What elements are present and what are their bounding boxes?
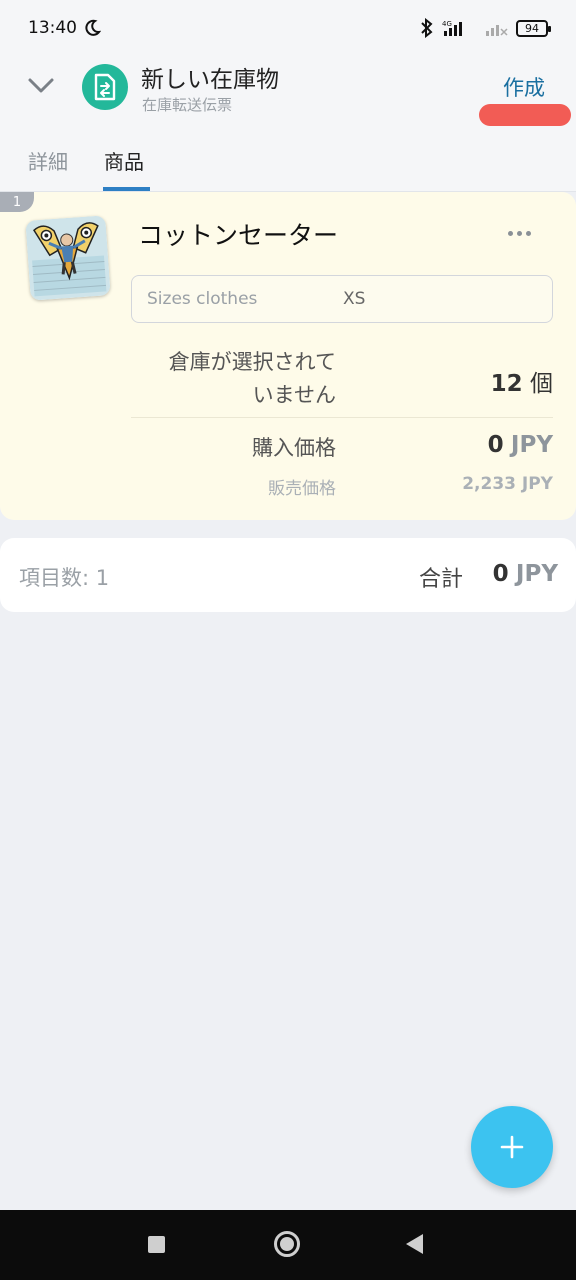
sale-price-value: 2,233 JPY [462, 474, 553, 494]
quantity-value[interactable]: 12 個 [430, 364, 553, 398]
battery-level: 94 [525, 21, 539, 35]
page-title: 新しい在庫物 [141, 67, 279, 93]
size-field-value: XS [343, 289, 366, 309]
tab-active-indicator [103, 187, 150, 191]
highlight-mark [479, 104, 571, 126]
purchase-price-label: 購入価格 [252, 436, 336, 460]
warehouse-label-line1: 倉庫が選択されて [168, 350, 336, 374]
divider [131, 417, 553, 418]
tab-details[interactable]: 詳細 [28, 146, 68, 175]
size-field[interactable]: Sizes clothes XS [131, 275, 553, 323]
add-item-button[interactable] [471, 1106, 553, 1188]
purchase-price-number: 0 [487, 432, 504, 458]
tab-bar: 詳細 商品 [0, 126, 576, 192]
warehouse-label[interactable]: 倉庫が選択されて いません [140, 346, 336, 412]
system-nav-bar [0, 1210, 576, 1280]
plus-icon [500, 1135, 524, 1159]
bluetooth-icon [421, 18, 433, 38]
moon-icon [85, 19, 101, 36]
item-count: 項目数: 1 [19, 566, 110, 590]
tab-products[interactable]: 商品 [104, 146, 144, 175]
chevron-down-icon[interactable] [26, 70, 56, 100]
purchase-price-value[interactable]: 0 JPY [400, 432, 553, 458]
home-icon[interactable] [274, 1231, 300, 1257]
summary-bar: 項目数: 1 合計 0 JPY [0, 538, 576, 612]
product-thumbnail[interactable] [25, 215, 111, 301]
sale-price-label: 販売価格 [268, 479, 336, 499]
signal-icon: 4G [442, 20, 462, 36]
total-value: 0 JPY [470, 561, 558, 587]
quantity-number: 12 [490, 371, 523, 397]
item-index-badge: 1 [0, 192, 34, 212]
purchase-price-currency: JPY [510, 432, 553, 458]
warehouse-label-line2: いません [252, 383, 336, 407]
svg-text:4G: 4G [442, 20, 452, 28]
more-icon[interactable] [508, 226, 538, 240]
create-button[interactable]: 作成 [478, 72, 570, 104]
status-time: 13:40 [28, 18, 77, 38]
page-subtitle: 在庫転送伝票 [142, 96, 233, 114]
product-card[interactable]: 1 コットンセーター Sizes clothes XS 倉庫が選択されて いませ… [0, 192, 576, 520]
status-bar: 13:40 4G 94 [0, 0, 576, 56]
quantity-unit: 個 [530, 371, 553, 397]
total-label: 合計 [419, 567, 464, 592]
total-currency: JPY [515, 561, 558, 587]
battery-icon: 94 [516, 19, 551, 37]
size-field-label: Sizes clothes [147, 289, 258, 309]
back-icon[interactable] [406, 1234, 423, 1254]
product-name: コットンセーター [138, 221, 339, 250]
signal-icon [486, 25, 508, 36]
status-icons: 4G 94 [420, 18, 551, 38]
recent-apps-icon[interactable] [148, 1236, 165, 1253]
status-time-group: 13:40 [28, 18, 101, 38]
document-transfer-icon [82, 64, 128, 110]
total-number: 0 [492, 561, 509, 587]
